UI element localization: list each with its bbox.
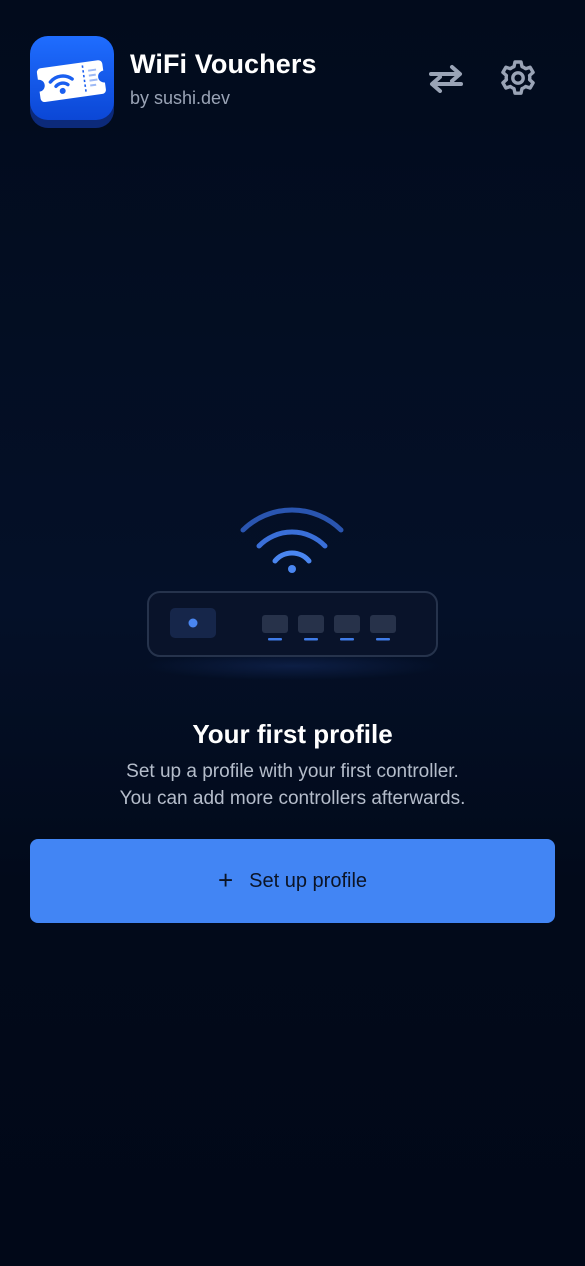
empty-state-title: Your first profile [192, 719, 393, 749]
setup-profile-label: Set up profile [249, 869, 368, 892]
app-header: WiFi Vouchers by sushi.dev [30, 36, 555, 128]
empty-state-description-line-2: You can add more controllers afterwards. [119, 788, 466, 809]
wifi-ticket-icon [30, 36, 114, 128]
app-screen: WiFi Vouchers by sushi.dev Your first pr… [0, 0, 585, 1266]
swap-arrows-icon [429, 65, 463, 93]
settings-button[interactable] [498, 58, 538, 98]
app-author: by sushi.dev [130, 88, 231, 108]
app-title: WiFi Vouchers [130, 49, 317, 79]
plus-icon: + [217, 864, 234, 895]
empty-state-description-line-1: Set up a profile with your first control… [126, 761, 459, 782]
router-wifi-icon [144, 507, 441, 680]
gear-icon [501, 60, 535, 95]
swap-profile-button[interactable] [426, 58, 466, 98]
setup-profile-button[interactable]: + Set up profile [30, 839, 555, 923]
